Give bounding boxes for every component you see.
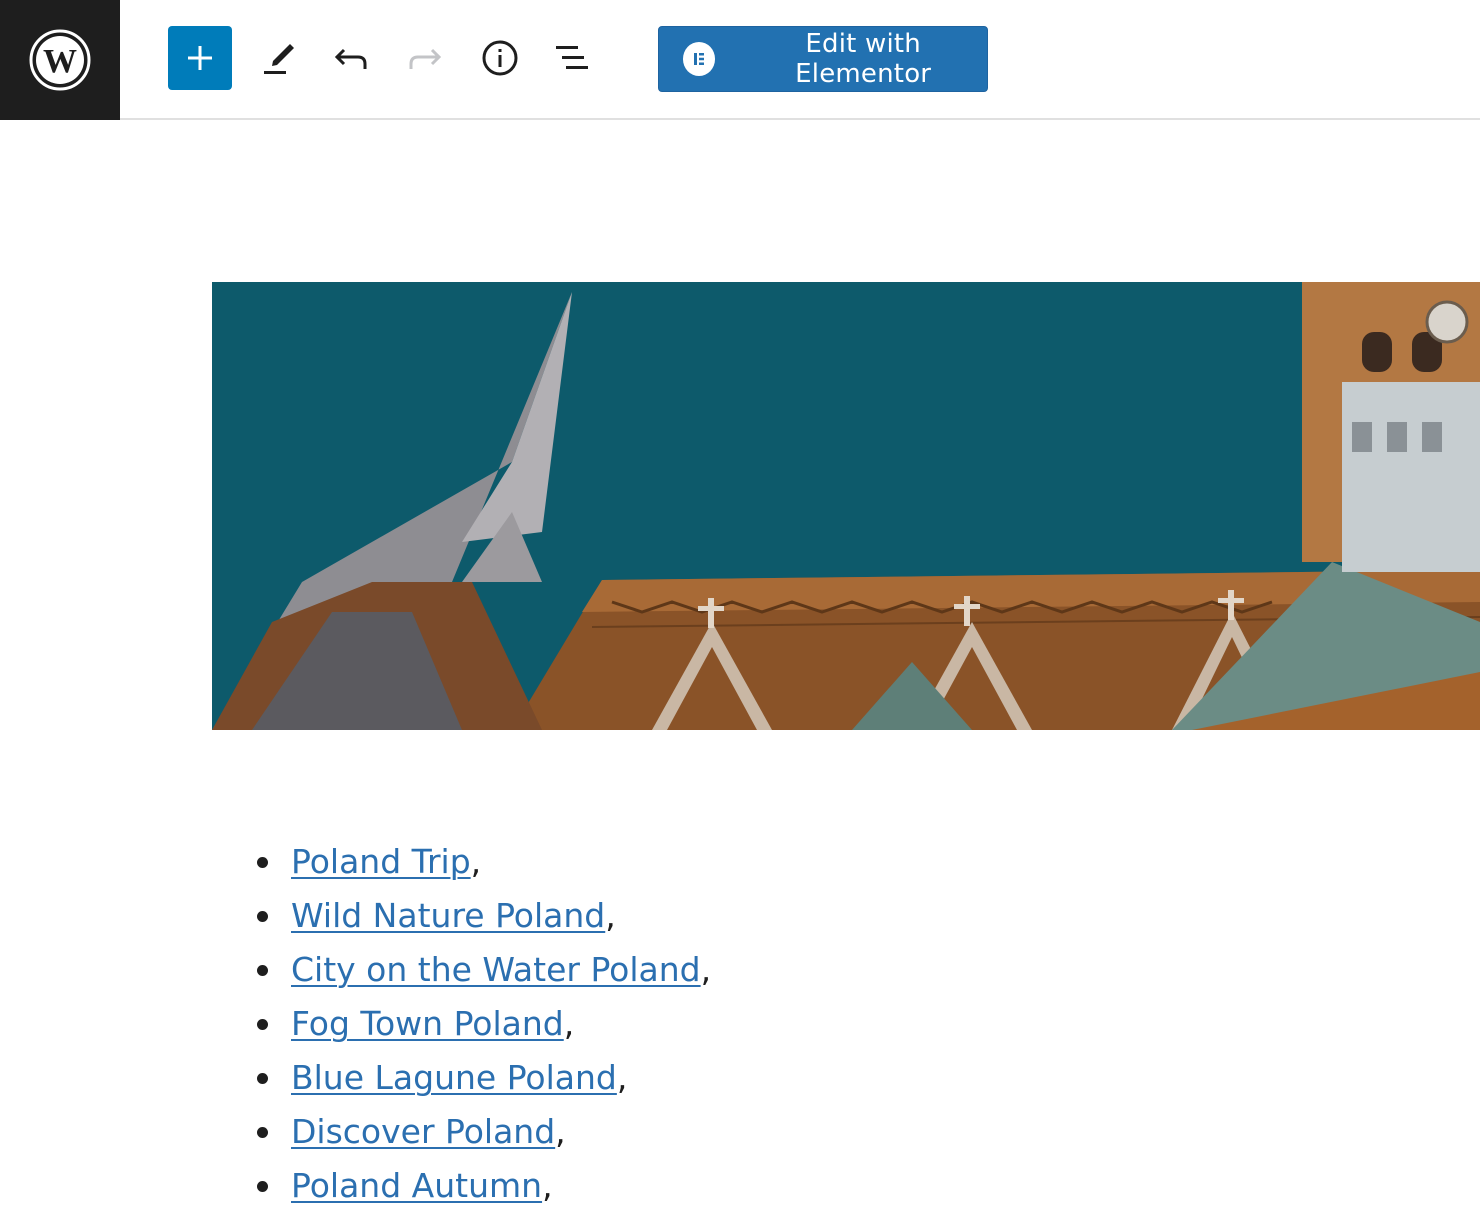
- tag-link[interactable]: Wild Nature Poland: [291, 896, 605, 935]
- list-item: Poland Trip,: [250, 835, 711, 889]
- tag-separator: ,: [616, 1058, 628, 1097]
- elementor-icon: [683, 42, 716, 76]
- wordpress-logo-icon: W: [29, 29, 91, 91]
- undo-button[interactable]: [320, 26, 384, 90]
- tools-button[interactable]: [248, 26, 312, 90]
- svg-text:W: W: [43, 43, 77, 80]
- list-item: Discover Poland,: [250, 1105, 711, 1159]
- bullet-icon: [257, 1181, 268, 1192]
- tag-separator: ,: [563, 1004, 575, 1043]
- plus-icon: [188, 46, 212, 70]
- list-item: Blue Lagune Poland,: [250, 1051, 711, 1105]
- tag-separator: ,: [555, 1112, 566, 1151]
- edit-with-elementor-label: Edit with Elementor: [795, 29, 932, 89]
- tag-link[interactable]: Poland Autumn: [291, 1166, 542, 1205]
- list-item: City on the Water Poland,: [250, 943, 711, 997]
- undo-icon: [334, 48, 367, 69]
- featured-image[interactable]: [212, 282, 1480, 730]
- tag-link[interactable]: Blue Lagune Poland: [291, 1058, 617, 1097]
- redo-button[interactable]: [392, 26, 456, 90]
- pencil-icon: [264, 44, 294, 74]
- bullet-icon: [257, 857, 268, 868]
- add-block-button[interactable]: [168, 26, 232, 90]
- tag-separator: ,: [700, 950, 712, 989]
- list-view-button[interactable]: [540, 26, 604, 90]
- details-button[interactable]: [468, 26, 532, 90]
- edit-with-elementor-button[interactable]: Edit with Elementor: [658, 26, 988, 92]
- tag-separator: ,: [542, 1166, 553, 1205]
- editor-toolbar: W Edit with Elementor: [0, 0, 1480, 120]
- tag-link[interactable]: Poland Trip: [291, 842, 471, 881]
- tag-separator: ,: [605, 896, 616, 935]
- bullet-icon: [257, 1073, 268, 1084]
- list-view-icon: [556, 46, 588, 69]
- info-icon: [482, 40, 518, 76]
- bullet-icon: [257, 911, 268, 922]
- list-item: Poland Autumn,: [250, 1159, 711, 1213]
- tag-list: Poland Trip, Wild Nature Poland, City on…: [250, 835, 711, 1213]
- tag-link[interactable]: City on the Water Poland: [291, 950, 701, 989]
- tag-separator: ,: [470, 842, 482, 881]
- list-item: Wild Nature Poland,: [250, 889, 711, 943]
- redo-icon: [409, 48, 442, 69]
- list-item: Fog Town Poland,: [250, 997, 711, 1051]
- wordpress-logo-button[interactable]: W: [0, 0, 120, 120]
- bullet-icon: [257, 1127, 268, 1138]
- bullet-icon: [257, 1019, 268, 1030]
- tag-link[interactable]: Discover Poland: [291, 1112, 555, 1151]
- tag-link[interactable]: Fog Town Poland: [291, 1004, 564, 1043]
- bullet-icon: [257, 965, 268, 976]
